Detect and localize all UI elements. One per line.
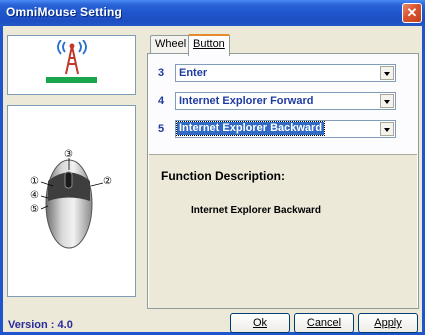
callout-3: ③ [64, 149, 73, 160]
apply-button[interactable]: Apply [358, 313, 418, 333]
mouse-diagram [40, 158, 104, 249]
logo-bar [46, 77, 97, 83]
button-tab-panel: 3 Enter 4 Internet Explorer Forward 5 In… [147, 53, 419, 309]
chevron-down-icon[interactable] [380, 122, 394, 136]
close-icon: ✕ [406, 5, 418, 20]
ok-button[interactable]: Ok [230, 313, 290, 333]
button-4-label: 4 [158, 95, 165, 107]
button-5-label: 5 [158, 123, 165, 135]
version-label: Version : 4.0 [8, 319, 73, 331]
logo-panel [7, 35, 136, 95]
chevron-down-icon[interactable] [380, 66, 394, 80]
chevron-down-icon[interactable] [380, 94, 394, 108]
button-5-value: Internet Explorer Backward [175, 121, 326, 136]
tab-button-label: Button [193, 38, 225, 50]
window-title: OmniMouse Setting [6, 5, 123, 19]
callout-1: ① [30, 176, 39, 187]
function-description-text: Internet Explorer Backward [191, 205, 322, 216]
ok-label: Ok [252, 317, 268, 329]
mouse-illustration-panel: ③ ① ② ④ ⑤ [7, 105, 136, 297]
button-4-select[interactable]: Internet Explorer Forward [175, 92, 396, 110]
button-3-value: Enter [179, 67, 208, 79]
signal-tower-icon [57, 40, 87, 75]
button-3-label: 3 [158, 67, 165, 79]
title-bar[interactable]: OmniMouse Setting ✕ [0, 0, 425, 26]
button-4-value: Internet Explorer Forward [179, 95, 314, 107]
cancel-label: Cancel [306, 317, 342, 329]
callout-2: ② [103, 176, 112, 187]
callout-5: ⑤ [30, 204, 39, 215]
function-description-box: Function Description: Internet Explorer … [149, 154, 417, 308]
tab-button[interactable]: Button [188, 34, 230, 56]
function-description-title: Function Description: [161, 169, 285, 183]
settings-tabs: Wheel Button 3 Enter 4 Internet Explorer… [147, 34, 419, 310]
tab-wheel[interactable]: Wheel [150, 35, 192, 54]
button-5-select[interactable]: Internet Explorer Backward [175, 120, 396, 138]
button-3-select[interactable]: Enter [175, 64, 396, 82]
close-button[interactable]: ✕ [402, 3, 422, 23]
cancel-button[interactable]: Cancel [294, 313, 354, 333]
callout-4: ④ [30, 190, 39, 201]
apply-label: Apply [374, 317, 402, 329]
